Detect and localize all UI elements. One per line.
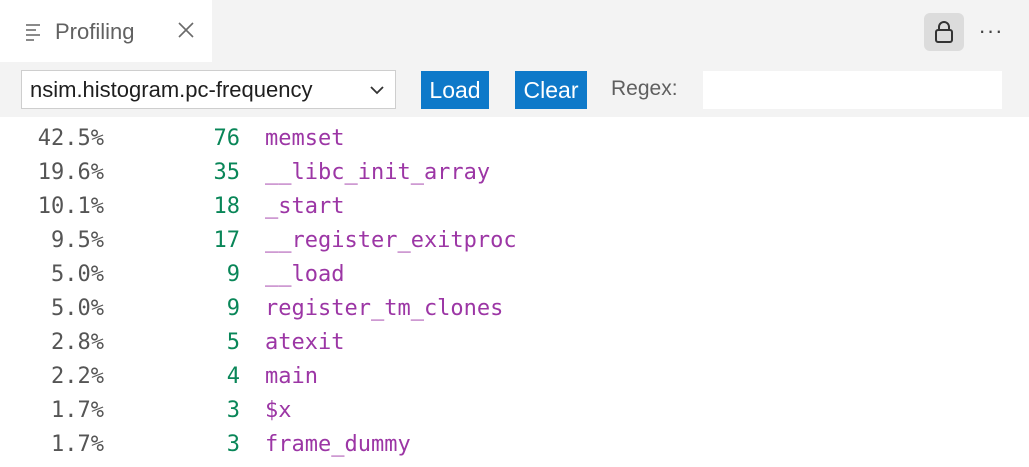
row-percent: 1.7% bbox=[51, 398, 104, 423]
row-count: 5 bbox=[226, 330, 240, 355]
table-row[interactable]: 1.7% 3 frame_dummy bbox=[0, 428, 1029, 462]
source-select[interactable]: nsim.histogram.pc-frequency bbox=[21, 70, 396, 109]
tab-label: Profiling bbox=[55, 19, 135, 44]
load-button[interactable]: Load bbox=[421, 71, 489, 109]
table-row[interactable]: 10.1% 18 _start bbox=[0, 190, 1029, 224]
row-count: 9 bbox=[226, 296, 240, 321]
regex-label: Regex: bbox=[611, 77, 678, 100]
row-percent: 42.5% bbox=[37, 126, 104, 151]
row-percent: 2.8% bbox=[51, 330, 104, 355]
table-row[interactable]: 2.8% 5 atexit bbox=[0, 326, 1029, 360]
row-count: 35 bbox=[213, 160, 241, 185]
row-function[interactable]: __libc_init_array bbox=[265, 156, 490, 190]
row-function[interactable]: __load bbox=[265, 258, 344, 292]
row-function[interactable]: memset bbox=[265, 122, 344, 156]
table-row[interactable]: 2.2% 4 main bbox=[0, 360, 1029, 394]
row-count: 3 bbox=[226, 432, 240, 457]
row-function[interactable]: $x bbox=[265, 394, 292, 428]
table-row[interactable]: 1.7% 3 $x bbox=[0, 394, 1029, 428]
row-percent: 5.0% bbox=[51, 262, 104, 287]
row-function[interactable]: register_tm_clones bbox=[265, 292, 503, 326]
row-count: 18 bbox=[213, 194, 241, 219]
table-row[interactable]: 42.5% 76 memset bbox=[0, 122, 1029, 156]
row-percent: 10.1% bbox=[37, 194, 104, 219]
profiling-toolbar: nsim.histogram.pc-frequency Load Clear R… bbox=[0, 62, 1029, 117]
lock-icon[interactable] bbox=[924, 13, 964, 51]
row-function[interactable]: frame_dummy bbox=[265, 428, 411, 462]
table-row[interactable]: 5.0% 9 register_tm_clones bbox=[0, 292, 1029, 326]
row-count: 9 bbox=[226, 262, 240, 287]
row-percent: 19.6% bbox=[37, 160, 104, 185]
row-percent: 5.0% bbox=[51, 296, 104, 321]
row-count: 4 bbox=[226, 364, 240, 389]
close-icon[interactable] bbox=[174, 18, 198, 42]
clear-button[interactable]: Clear bbox=[515, 71, 587, 109]
tab-profiling[interactable]: Profiling bbox=[0, 0, 212, 62]
row-count: 3 bbox=[226, 398, 240, 423]
table-row[interactable]: 9.5% 17 __register_exitproc bbox=[0, 224, 1029, 258]
row-count: 17 bbox=[213, 228, 241, 253]
ellipsis-icon[interactable]: ··· bbox=[976, 16, 1006, 46]
row-function[interactable]: _start bbox=[265, 190, 344, 224]
profile-list: 42.5% 76 memset 19.6% 35 __libc_init_array 10.… bbox=[0, 122, 1029, 462]
table-row[interactable]: 5.0% 9 __load bbox=[0, 258, 1029, 292]
row-function[interactable]: atexit bbox=[265, 326, 344, 360]
list-icon bbox=[26, 24, 44, 41]
chevron-down-icon bbox=[370, 86, 384, 95]
source-select-value: nsim.histogram.pc-frequency bbox=[30, 77, 313, 102]
row-percent: 1.7% bbox=[51, 432, 104, 457]
table-row[interactable]: 19.6% 35 __libc_init_array bbox=[0, 156, 1029, 190]
row-count: 76 bbox=[213, 126, 241, 151]
row-percent: 9.5% bbox=[51, 228, 104, 253]
regex-input[interactable] bbox=[703, 71, 1002, 109]
row-function[interactable]: __register_exitproc bbox=[265, 224, 517, 258]
tab-bar: Profiling ··· bbox=[0, 0, 1029, 62]
row-function[interactable]: main bbox=[265, 360, 318, 394]
row-percent: 2.2% bbox=[51, 364, 104, 389]
